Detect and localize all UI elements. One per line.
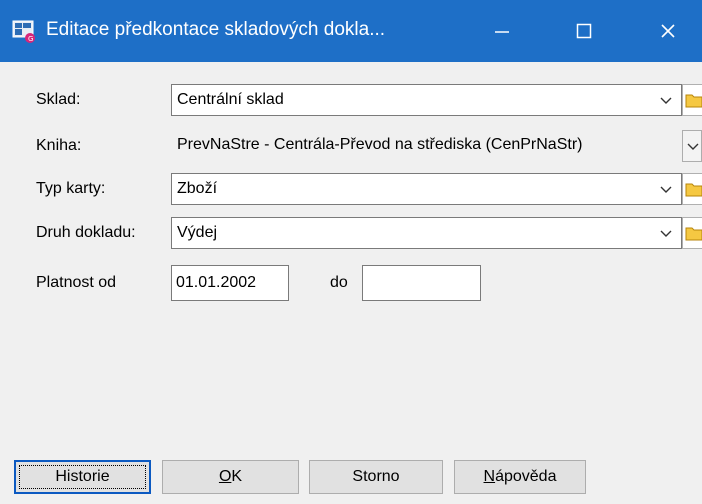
maximize-button[interactable] — [556, 0, 612, 62]
historie-button[interactable]: Historie — [14, 460, 151, 494]
druh-dokladu-combo[interactable]: Výdej — [171, 217, 682, 249]
typ-karty-value: Zboží — [177, 180, 218, 197]
svg-text:G: G — [28, 35, 33, 43]
ok-label: OK — [218, 468, 243, 485]
kniha-value: PrevNaStre - Centrála-Převod na středisk… — [177, 136, 583, 153]
typ-karty-browse-button[interactable] — [682, 173, 702, 205]
typ-karty-label: Typ karty: — [36, 180, 106, 197]
druh-dokladu-label: Druh dokladu: — [36, 224, 136, 241]
druh-dokladu-browse-button[interactable] — [682, 217, 702, 249]
minimize-icon — [495, 31, 509, 33]
typ-karty-combo[interactable]: Zboží — [171, 173, 682, 205]
folder-icon — [685, 227, 702, 241]
dialog-window: G Editace předkontace skladových dokla..… — [0, 0, 702, 504]
kniha-combo[interactable]: PrevNaStre - Centrála-Převod na středisk… — [171, 130, 682, 162]
minimize-button[interactable] — [474, 0, 530, 62]
title-bar[interactable]: G Editace předkontace skladových dokla..… — [0, 0, 702, 62]
napoveda-button[interactable]: Nápověda — [454, 460, 586, 494]
sklad-combo[interactable]: Centrální sklad — [171, 84, 682, 116]
sklad-label: Sklad: — [36, 91, 81, 108]
chevron-down-icon — [660, 186, 672, 193]
platnost-do-label: do — [330, 274, 348, 291]
platnost-od-value: 01.01.2002 — [176, 274, 257, 291]
kniha-label: Kniha: — [36, 137, 82, 154]
chevron-down-icon — [687, 143, 699, 150]
platnost-od-label: Platnost od — [36, 274, 117, 291]
druh-dokladu-value: Výdej — [177, 224, 218, 241]
sklad-browse-button[interactable] — [682, 84, 702, 116]
storno-button[interactable]: Storno — [309, 460, 443, 494]
chevron-down-icon — [660, 230, 672, 237]
platnost-do-field[interactable] — [362, 265, 481, 301]
folder-icon — [685, 94, 702, 108]
maximize-icon — [576, 23, 592, 39]
ok-button[interactable]: OK — [162, 460, 299, 494]
kniha-dropdown-button[interactable] — [682, 130, 702, 162]
platnost-od-field[interactable]: 01.01.2002 — [171, 265, 289, 301]
close-icon — [661, 24, 675, 38]
app-icon: G — [12, 20, 35, 43]
window-title: Editace předkontace skladových dokla... — [46, 19, 386, 40]
sklad-value: Centrální sklad — [177, 91, 284, 108]
close-button[interactable] — [640, 0, 696, 62]
chevron-down-icon — [660, 97, 672, 104]
focus-rectangle — [19, 465, 146, 489]
storno-label: Storno — [352, 468, 400, 485]
napoveda-label: Nápověda — [483, 468, 557, 485]
folder-icon — [685, 183, 702, 197]
